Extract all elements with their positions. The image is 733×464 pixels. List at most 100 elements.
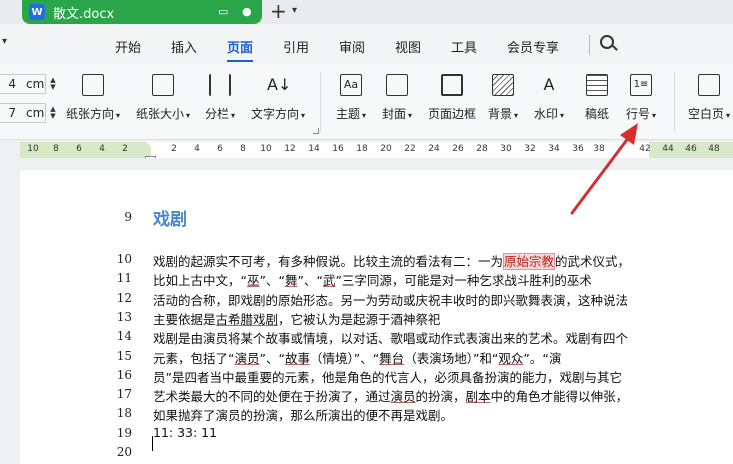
ruler-number: 28 (476, 144, 488, 154)
paragraph-line[interactable]: 戏剧的起源实不可考，有多种假说。比较主流的看法有二：一为原始宗教的武术仪式， (153, 251, 630, 270)
margin-top-field[interactable]: 4 cm ▲ ▼ (0, 74, 58, 94)
paragraph-line[interactable]: 元素，包括了“演员”、“故事（情境）”、“舞台（表演场地）”和“观众”。“演 (153, 348, 561, 367)
tab-view[interactable]: 视图 (395, 37, 421, 56)
page-size-button[interactable]: 纸张大小 ▾ (136, 74, 190, 122)
orientation-button[interactable]: 纸张方向 ▾ (66, 74, 120, 122)
spinner-icon[interactable]: ▲ ▼ (50, 77, 55, 91)
tab-review[interactable]: 审阅 (339, 37, 365, 56)
chevron-down-icon[interactable]: ▾ (2, 36, 7, 47)
wps-writer-icon: W (29, 4, 45, 20)
tab-references[interactable]: 引用 (283, 37, 309, 56)
arrow-shaft (570, 131, 634, 215)
text-segment: 11: 33: 11 (153, 425, 218, 440)
cover-label: 封面 (382, 107, 407, 121)
ruler-number: 22 (404, 144, 416, 154)
text-segment: 活动的合称，即戏剧的原始形态。另一为劳动或庆祝丰收时的即兴歌舞表演，这种说法 (153, 293, 629, 308)
paragraph-line[interactable]: 活动的合称，即戏剧的原始形态。另一为劳动或庆祝丰收时的即兴歌舞表演，这种说法 (153, 290, 628, 309)
line-number: 18 (116, 406, 132, 420)
paragraph-line[interactable]: 比如上古中文，“巫”、“舞”、“武”三字同源，可能是对一种乞求战斗胜利的巫术 (153, 270, 592, 289)
document-tab[interactable]: W 散文.docx ▭ ● (22, 0, 262, 24)
tab-home[interactable]: 开始 (115, 37, 141, 56)
highlighted-term: 剧本 (465, 389, 491, 404)
highlighted-term: 武 (322, 273, 336, 288)
paragraph-line[interactable]: 如果抛弃了演员的扮演，那么所演出的便不再是戏剧。 (153, 405, 453, 424)
columns-label: 分栏 (205, 107, 230, 121)
ruler-number: 30 (500, 144, 512, 154)
ruler-number: 34 (548, 144, 560, 154)
highlighted-term: 舞 (284, 273, 298, 288)
text-segment: 戏剧的起源实不可考，有多种假说。比较主流的看法有二：一为 (153, 254, 504, 269)
active-tab-indicator (227, 60, 253, 62)
text-segment: ”三字同源，可能是对一种乞求战斗胜利的巫术 (335, 273, 592, 288)
document-heading[interactable]: 戏剧 (153, 205, 187, 230)
text-direction-button[interactable]: A↓ 文字方向 ▾ (251, 74, 305, 122)
paragraph-line[interactable]: 戏剧是由演员将某个故事或情境，以对话、歌唱或动作式表演出来的艺术。戏剧有四个 (153, 328, 628, 347)
line-number: 10 (116, 252, 132, 266)
paragraph-line[interactable]: 艺术类最大的不同的处便在于扮演了，通过演员的扮演，剧本中的角色才能得以伸张， (153, 386, 628, 405)
title-bar: W 散文.docx ▭ ● + ▾ (0, 0, 733, 24)
margin-bottom-value[interactable]: 7 (0, 106, 16, 120)
ruler-number: 8 (53, 144, 59, 154)
background-button[interactable]: 背景 ▾ (488, 74, 518, 122)
text-cursor (152, 436, 153, 451)
line-number: 14 (116, 329, 132, 343)
blank-page-icon (698, 74, 721, 96)
line-number: 9 (124, 210, 132, 224)
text-segment: 元素，包括了“ (153, 351, 235, 366)
text-segment: 中的角色才能得以伸张， (490, 389, 629, 404)
search-icon[interactable] (600, 35, 614, 49)
line-numbers-icon: 1≡ (630, 74, 653, 96)
tab-insert[interactable]: 插入 (171, 37, 197, 56)
ruler-number: 24 (428, 144, 440, 154)
unsaved-dot-icon[interactable]: ● (242, 5, 252, 18)
margin-bottom-field[interactable]: 7 cm ▲ ▼ (0, 103, 58, 123)
ruler-number: 46 (685, 144, 697, 154)
dialog-launcher-icon[interactable] (313, 128, 319, 134)
ruler-number: 6 (76, 144, 82, 154)
page-border-icon (441, 74, 463, 96)
line-number: 11 (116, 271, 132, 285)
first-line-indent-marker[interactable] (146, 141, 156, 147)
arrow-head (620, 123, 638, 145)
blank-page-label: 空白页 (688, 107, 725, 121)
theme-button[interactable]: Aa 主题 ▾ (336, 74, 366, 122)
text-segment: 员”是四者当中最重要的元素，他是角色的代言人，必须具备扮演的能力，戏剧与其它 (153, 370, 622, 385)
columns-button[interactable]: 分栏 ▾ (205, 74, 235, 122)
ruler-number: 4 (99, 144, 105, 154)
blank-page-button[interactable]: 空白页 ▾ (688, 74, 730, 122)
highlighted-term: 故事 (284, 351, 310, 366)
ruler-number: 48 (708, 144, 720, 154)
line-number: 13 (116, 310, 132, 324)
ruler-number: 10 (260, 144, 272, 154)
ruler-number: 18 (356, 144, 368, 154)
text-segment: 比如上古中文，“ (153, 273, 247, 288)
annotation-arrow (570, 123, 638, 215)
ruler-number: 2 (171, 144, 177, 154)
new-tab-button[interactable]: + (270, 0, 287, 22)
tab-member[interactable]: 会员专享 (507, 37, 559, 56)
ruler-number: 20 (380, 144, 392, 154)
window-mode-icon[interactable]: ▭ (218, 5, 228, 18)
line-number: 19 (116, 426, 132, 440)
highlighted-term: 古希腊戏剧 (215, 312, 279, 327)
ruler-number: 10 (27, 144, 39, 154)
tab-page[interactable]: 页面 (227, 37, 253, 56)
line-number: 15 (116, 349, 132, 363)
ribbon-divider (674, 72, 675, 132)
page-border-button[interactable]: 页面边框 (428, 74, 476, 122)
text-segment: （情境）”、“ (309, 351, 380, 366)
text-segment: 戏剧是由演员将某个故事或情境，以对话、歌唱或动作式表演出来的艺术。戏剧有四个 (153, 331, 629, 346)
cover-button[interactable]: 封面 ▾ (382, 74, 412, 122)
spinner-icon[interactable]: ▲ ▼ (50, 106, 55, 120)
paragraph-line[interactable]: 11: 33: 11 (153, 425, 217, 440)
paragraph-line[interactable]: 员”是四者当中最重要的元素，他是角色的代言人，必须具备扮演的能力，戏剧与其它 (153, 367, 622, 386)
tab-tools[interactable]: 工具 (451, 37, 477, 56)
text-segment: ”。“演 (523, 351, 562, 366)
chevron-down-icon[interactable]: ▾ (292, 5, 297, 16)
text-segment: ，它被认为是起源于酒神祭祀 (278, 312, 441, 327)
paragraph-line[interactable]: 主要依据是古希腊戏剧，它被认为是起源于酒神祭祀 (153, 309, 441, 328)
line-number: 17 (116, 387, 132, 401)
line-number: 12 (116, 291, 132, 305)
margin-top-unit: cm (26, 77, 45, 91)
margin-top-value[interactable]: 4 (0, 77, 16, 91)
